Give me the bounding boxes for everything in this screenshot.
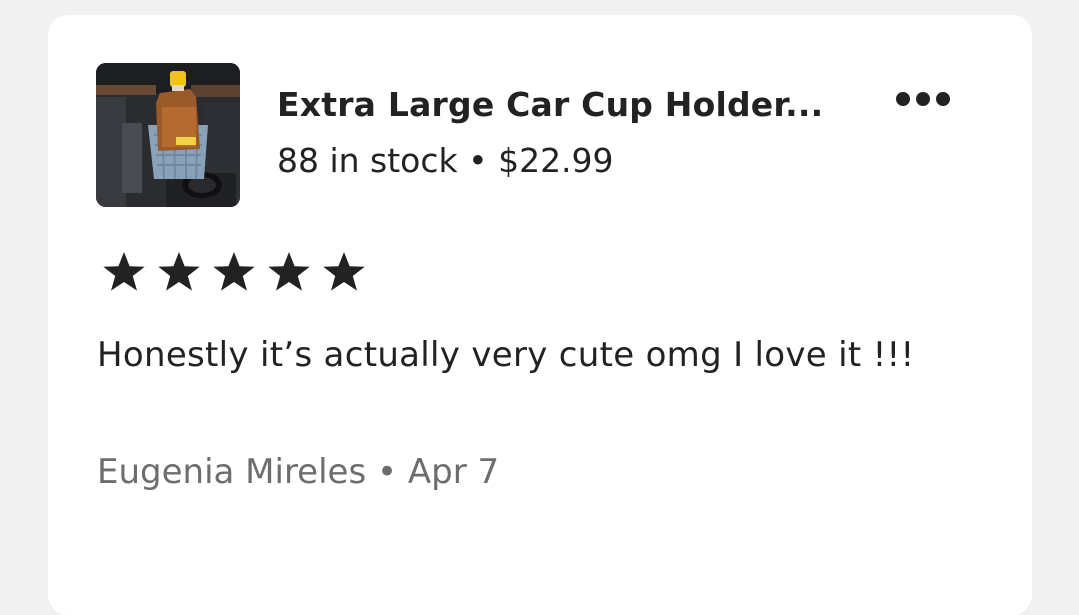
review-byline: Eugenia Mireles • Apr 7 (97, 452, 500, 492)
star-icon (268, 252, 310, 291)
star-icon (213, 252, 255, 291)
more-options-button[interactable] (886, 81, 960, 117)
listing-stock-price: 88 in stock • $22.99 (277, 141, 614, 180)
listing-title[interactable]: Extra Large Car Cup Holder... (277, 85, 823, 124)
star-icon (103, 252, 145, 291)
more-horizontal-icon (896, 92, 910, 106)
star-icon (323, 252, 365, 291)
more-horizontal-icon-dot (936, 92, 950, 106)
product-photo (96, 63, 240, 207)
review-card: Extra Large Car Cup Holder... 88 in stoc… (48, 15, 1032, 615)
star-rating (98, 247, 373, 295)
more-horizontal-icon-dot (916, 92, 930, 106)
review-text: Honestly it’s actually very cute omg I l… (97, 335, 915, 375)
star-icon (158, 252, 200, 291)
product-thumbnail[interactable] (96, 63, 240, 207)
